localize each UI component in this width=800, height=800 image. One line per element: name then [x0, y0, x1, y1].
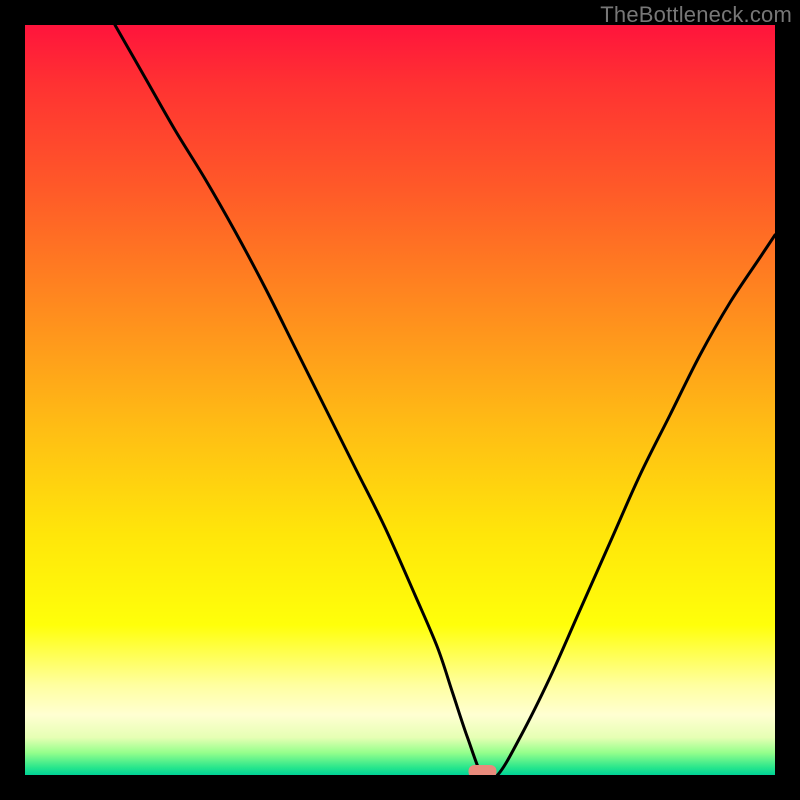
bottleneck-curve [115, 25, 775, 775]
watermark-text: TheBottleneck.com [600, 2, 792, 28]
chart-svg [25, 25, 775, 775]
plot-area [25, 25, 775, 775]
minimum-marker [469, 765, 497, 775]
chart-frame: TheBottleneck.com [0, 0, 800, 800]
